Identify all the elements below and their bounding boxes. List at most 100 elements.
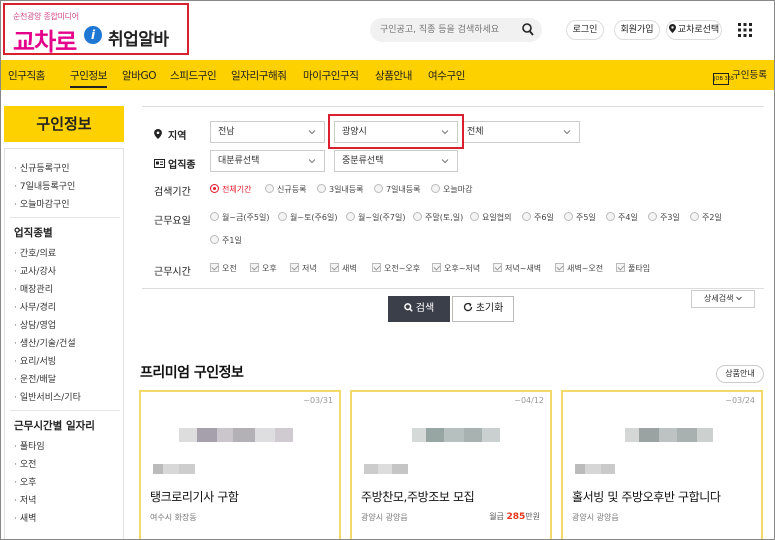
sidebar-item-service[interactable]: 일반서비스/기타 (14, 390, 81, 403)
radio[interactable] (210, 235, 219, 244)
days-option[interactable]: 주6일 (522, 212, 554, 223)
detail-search-button[interactable]: 상세검색 (691, 290, 755, 308)
checkbox[interactable] (555, 263, 564, 272)
radio[interactable] (413, 212, 422, 221)
nav-item-job-info[interactable]: 구인정보 (70, 68, 107, 88)
nav-item-my[interactable]: 마이구인구직 (303, 68, 359, 83)
radio[interactable] (522, 212, 531, 221)
search-icon[interactable] (522, 23, 534, 37)
search-input[interactable] (380, 22, 520, 38)
nav-item-find-job[interactable]: 일자리구해줘 (231, 68, 287, 83)
job-type-label: 업직종 (154, 156, 196, 171)
sidebar-item-office[interactable]: 사무/경리 (14, 300, 56, 313)
sidebar-item-driving[interactable]: 운전/배달 (14, 372, 56, 385)
radio[interactable] (431, 184, 440, 193)
radio[interactable] (564, 212, 573, 221)
radio-checked[interactable] (210, 184, 219, 193)
sidebar-item-fulltime[interactable]: 풀타임 (14, 439, 45, 452)
days-option[interactable]: 주5일 (564, 212, 596, 223)
hours-option[interactable]: 풀타임 (616, 263, 650, 274)
checkbox[interactable] (493, 263, 502, 272)
period-option-7days[interactable]: 7일내등록 (374, 184, 421, 195)
hours-option[interactable]: 오전 (210, 263, 237, 274)
job-major-select[interactable]: 대분류선택 (210, 150, 325, 172)
sidebar-item-morning[interactable]: 오전 (14, 457, 37, 470)
sidebar-item-store[interactable]: 매장관리 (14, 282, 53, 295)
days-option[interactable]: 주1일 (210, 235, 242, 246)
radio[interactable] (317, 184, 326, 193)
days-option[interactable]: 주2일 (690, 212, 722, 223)
radio[interactable] (374, 184, 383, 193)
radio[interactable] (278, 212, 287, 221)
product-guide-button[interactable]: 상품안내 (716, 365, 764, 383)
checkbox[interactable] (210, 263, 219, 272)
days-option[interactable]: 주3일 (648, 212, 680, 223)
period-option-3days[interactable]: 3일내등록 (317, 184, 364, 195)
hours-option[interactable]: 오후 (250, 263, 277, 274)
nav-item-yeosu[interactable]: 여수구인 (428, 68, 465, 83)
sidebar-item-new[interactable]: 신규등록구인 (14, 161, 70, 174)
radio[interactable] (470, 212, 479, 221)
checkbox[interactable] (616, 263, 625, 272)
region-select-button[interactable]: 교차로선택 (666, 20, 722, 40)
days-option[interactable]: 요일협의 (470, 212, 511, 223)
nav-item-speed[interactable]: 스피드구인 (170, 68, 217, 83)
sidebar-item-teacher[interactable]: 교사/강사 (14, 264, 56, 277)
search-button[interactable]: 검색 (388, 296, 450, 322)
sidebar-item-closing-today[interactable]: 오늘마감구인 (14, 197, 70, 210)
radio[interactable] (648, 212, 657, 221)
login-button[interactable]: 로그인 (566, 20, 604, 40)
nav-item-albago[interactable]: 알바GO (122, 68, 157, 83)
period-option-new[interactable]: 신규등록 (265, 184, 306, 195)
period-option-today[interactable]: 오늘마감 (431, 184, 472, 195)
days-option-label: 월~금(주5일) (222, 213, 270, 222)
region-city-select[interactable]: 광양시 (334, 121, 458, 143)
hours-option[interactable]: 새벽~오전 (555, 263, 603, 274)
logo[interactable]: 순천광양 종합미디어 교차로 i 취업알바 (3, 3, 189, 56)
premium-job-card[interactable]: ~03/24 홀서빙 및 주방오후반 구합니다 광양시 광양읍 (561, 390, 763, 540)
radio[interactable] (690, 212, 699, 221)
days-option[interactable]: 월~일(주7일) (346, 212, 405, 223)
hours-option[interactable]: 저녁~새벽 (493, 263, 541, 274)
radio[interactable] (210, 212, 219, 221)
nav-item-products[interactable]: 상품안내 (375, 68, 412, 83)
job-minor-select[interactable]: 중분류선택 (334, 150, 458, 172)
job-register-link[interactable]: JOB 365구인등록 (713, 67, 767, 85)
radio[interactable] (606, 212, 615, 221)
card-location: 여수시 화장동 (150, 513, 197, 522)
hours-option[interactable]: 저녁 (290, 263, 317, 274)
sidebar-item-afternoon[interactable]: 오후 (14, 475, 37, 488)
days-option[interactable]: 주말(토,일) (413, 212, 463, 223)
days-option[interactable]: 주4일 (606, 212, 638, 223)
region-district-select[interactable]: 전체 (462, 121, 580, 143)
checkbox[interactable] (432, 263, 441, 272)
sidebar-item-7days[interactable]: 7일내등록구인 (14, 179, 75, 192)
sidebar-item-evening[interactable]: 저녁 (14, 493, 37, 506)
hours-option[interactable]: 오후~저녁 (432, 263, 480, 274)
checkbox[interactable] (372, 263, 381, 272)
card-deadline: ~04/12 (514, 396, 544, 405)
all-menu-grid-icon[interactable] (738, 23, 752, 37)
hours-option[interactable]: 오전~오후 (372, 263, 420, 274)
search-bar[interactable] (370, 18, 542, 42)
checkbox[interactable] (290, 263, 299, 272)
period-option-all[interactable]: 전체기간 (210, 184, 251, 195)
premium-job-card[interactable]: ~04/12 주방찬모,주방조보 모집 광양시 광양읍 월급 285만원 (350, 390, 552, 540)
premium-job-card[interactable]: ~03/31 탱크로리기사 구함 여수시 화장동 (139, 390, 341, 540)
checkbox[interactable] (330, 263, 339, 272)
sidebar-item-nursing[interactable]: 간호/의료 (14, 246, 56, 259)
days-option[interactable]: 월~금(주5일) (210, 212, 269, 223)
radio[interactable] (346, 212, 355, 221)
sidebar-item-cooking[interactable]: 요리/서빙 (14, 354, 56, 367)
reset-button[interactable]: 초기화 (452, 296, 514, 322)
radio[interactable] (265, 184, 274, 193)
region-province-select[interactable]: 전남 (210, 121, 325, 143)
sidebar-item-sales[interactable]: 상담/영업 (14, 318, 56, 331)
checkbox[interactable] (250, 263, 259, 272)
sidebar-item-production[interactable]: 생산/기술/건설 (14, 336, 76, 349)
signup-button[interactable]: 회원가입 (614, 20, 660, 40)
days-option[interactable]: 월~토(주6일) (278, 212, 337, 223)
sidebar-item-dawn[interactable]: 새벽 (14, 511, 37, 524)
nav-item-home[interactable]: 인구직홈 (8, 68, 45, 83)
hours-option[interactable]: 새벽 (330, 263, 357, 274)
